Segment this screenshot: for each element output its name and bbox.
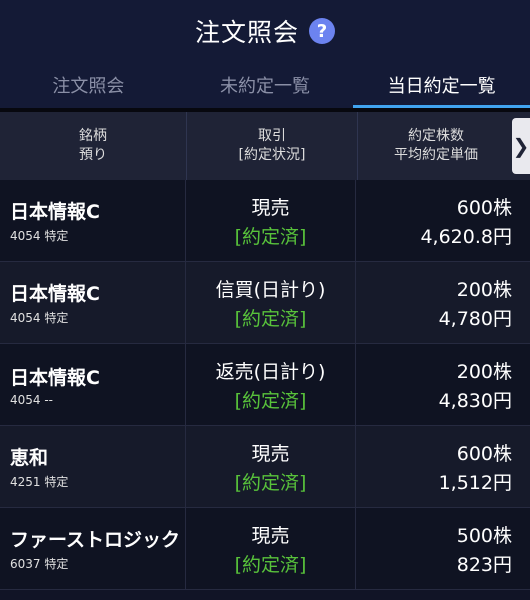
column-header-label: 約定株数 bbox=[408, 128, 464, 144]
executed-quantity: 600株 bbox=[456, 442, 512, 465]
trade-cell: 現売 [約定済] bbox=[186, 426, 357, 507]
tab-order-inquiry[interactable]: 注文照会 bbox=[0, 62, 177, 108]
stock-code-account: 4251 特定 bbox=[10, 475, 69, 489]
table-header: 銘柄 預り 取引 [約定状況] 約定株数 平均約定単価 bbox=[0, 112, 530, 180]
trade-cell: 現売 [約定済] bbox=[186, 508, 357, 589]
stock-cell: ファーストロジック 6037 特定 bbox=[0, 508, 186, 589]
tab-bar: 注文照会 未約定一覧 当日約定一覧 bbox=[0, 62, 530, 108]
quantity-cell: 600株 4,620.8円 bbox=[356, 180, 530, 261]
trade-type: 返売(日計り) bbox=[215, 360, 326, 383]
execution-status: [約定済] bbox=[234, 553, 307, 576]
executed-quantity: 200株 bbox=[456, 278, 512, 301]
column-header-label: 銘柄 bbox=[79, 128, 107, 144]
trade-type: 現売 bbox=[251, 524, 290, 547]
execution-status: [約定済] bbox=[234, 389, 307, 412]
column-header-label: 取引 bbox=[258, 128, 286, 144]
stock-name: ファーストロジック bbox=[10, 529, 181, 551]
average-price: 4,780円 bbox=[438, 307, 512, 330]
executed-quantity: 200株 bbox=[456, 360, 512, 383]
column-header-label: [約定状況] bbox=[238, 147, 306, 163]
table-row[interactable]: ファーストロジック 6037 特定 現売 [約定済] 500株 823円 bbox=[0, 508, 530, 590]
execution-status: [約定済] bbox=[234, 471, 307, 494]
stock-name: 恵和 bbox=[10, 447, 49, 469]
stock-code-account: 6037 特定 bbox=[10, 557, 69, 571]
stock-cell: 日本情報C 4054 -- bbox=[0, 344, 186, 425]
quantity-cell: 200株 4,780円 bbox=[356, 262, 530, 343]
tab-today-executions[interactable]: 当日約定一覧 bbox=[353, 62, 530, 108]
page-title: 注文照会 bbox=[194, 18, 299, 47]
table-row[interactable]: 日本情報C 4054 特定 信買(日計り) [約定済] 200株 4,780円 bbox=[0, 262, 530, 344]
stock-code-account: 4054 特定 bbox=[10, 229, 69, 243]
average-price: 1,512円 bbox=[438, 471, 512, 494]
executed-quantity: 600株 bbox=[456, 196, 512, 219]
column-header-label: 預り bbox=[79, 147, 107, 163]
execution-status: [約定済] bbox=[234, 307, 307, 330]
stock-code-account: 4054 特定 bbox=[10, 311, 69, 325]
stock-name: 日本情報C bbox=[10, 366, 100, 389]
trade-type: 現売 bbox=[251, 442, 290, 465]
tab-unexecuted-list[interactable]: 未約定一覧 bbox=[177, 62, 354, 108]
stock-name: 日本情報C bbox=[10, 283, 100, 305]
stock-cell: 日本情報C 4054 特定 bbox=[0, 262, 186, 343]
average-price: 823円 bbox=[456, 553, 512, 576]
stock-cell: 恵和 4251 特定 bbox=[0, 426, 186, 507]
table-row[interactable]: 恵和 4251 特定 現売 [約定済] 600株 1,512円 bbox=[0, 426, 530, 508]
trade-type: 現売 bbox=[251, 196, 290, 219]
table-row[interactable]: 日本情報C 4054 -- 返売(日計り) [約定済] 200株 4,830円 bbox=[0, 344, 530, 426]
column-header-stock: 銘柄 預り bbox=[0, 112, 187, 180]
trade-cell: 現売 [約定済] bbox=[186, 180, 357, 261]
average-price: 4,620.8円 bbox=[420, 225, 512, 248]
column-header-quantity: 約定株数 平均約定単価 bbox=[358, 112, 514, 180]
column-header-label: 平均約定単価 bbox=[394, 147, 478, 163]
page-header: 注文照会 ? bbox=[0, 0, 530, 62]
trade-type: 信買(日計り) bbox=[215, 278, 326, 301]
trade-cell: 信買(日計り) [約定済] bbox=[186, 262, 357, 343]
executed-quantity: 500株 bbox=[456, 524, 512, 547]
table-row[interactable]: 日本情報C 4054 特定 現売 [約定済] 600株 4,620.8円 bbox=[0, 180, 530, 262]
chevron-right-icon[interactable]: ❯ bbox=[512, 118, 530, 174]
help-icon[interactable]: ? bbox=[309, 18, 335, 44]
trade-cell: 返売(日計り) [約定済] bbox=[186, 344, 357, 425]
quantity-cell: 200株 4,830円 bbox=[356, 344, 530, 425]
quantity-cell: 600株 1,512円 bbox=[356, 426, 530, 507]
stock-code-account: 4054 -- bbox=[10, 392, 54, 407]
average-price: 4,830円 bbox=[438, 389, 512, 412]
column-header-trade: 取引 [約定状況] bbox=[187, 112, 358, 180]
stock-cell: 日本情報C 4054 特定 bbox=[0, 180, 186, 261]
stock-name: 日本情報C bbox=[10, 201, 100, 223]
execution-table: 日本情報C 4054 特定 現売 [約定済] 600株 4,620.8円 日本情… bbox=[0, 180, 530, 590]
execution-status: [約定済] bbox=[234, 225, 307, 248]
quantity-cell: 500株 823円 bbox=[356, 508, 530, 589]
